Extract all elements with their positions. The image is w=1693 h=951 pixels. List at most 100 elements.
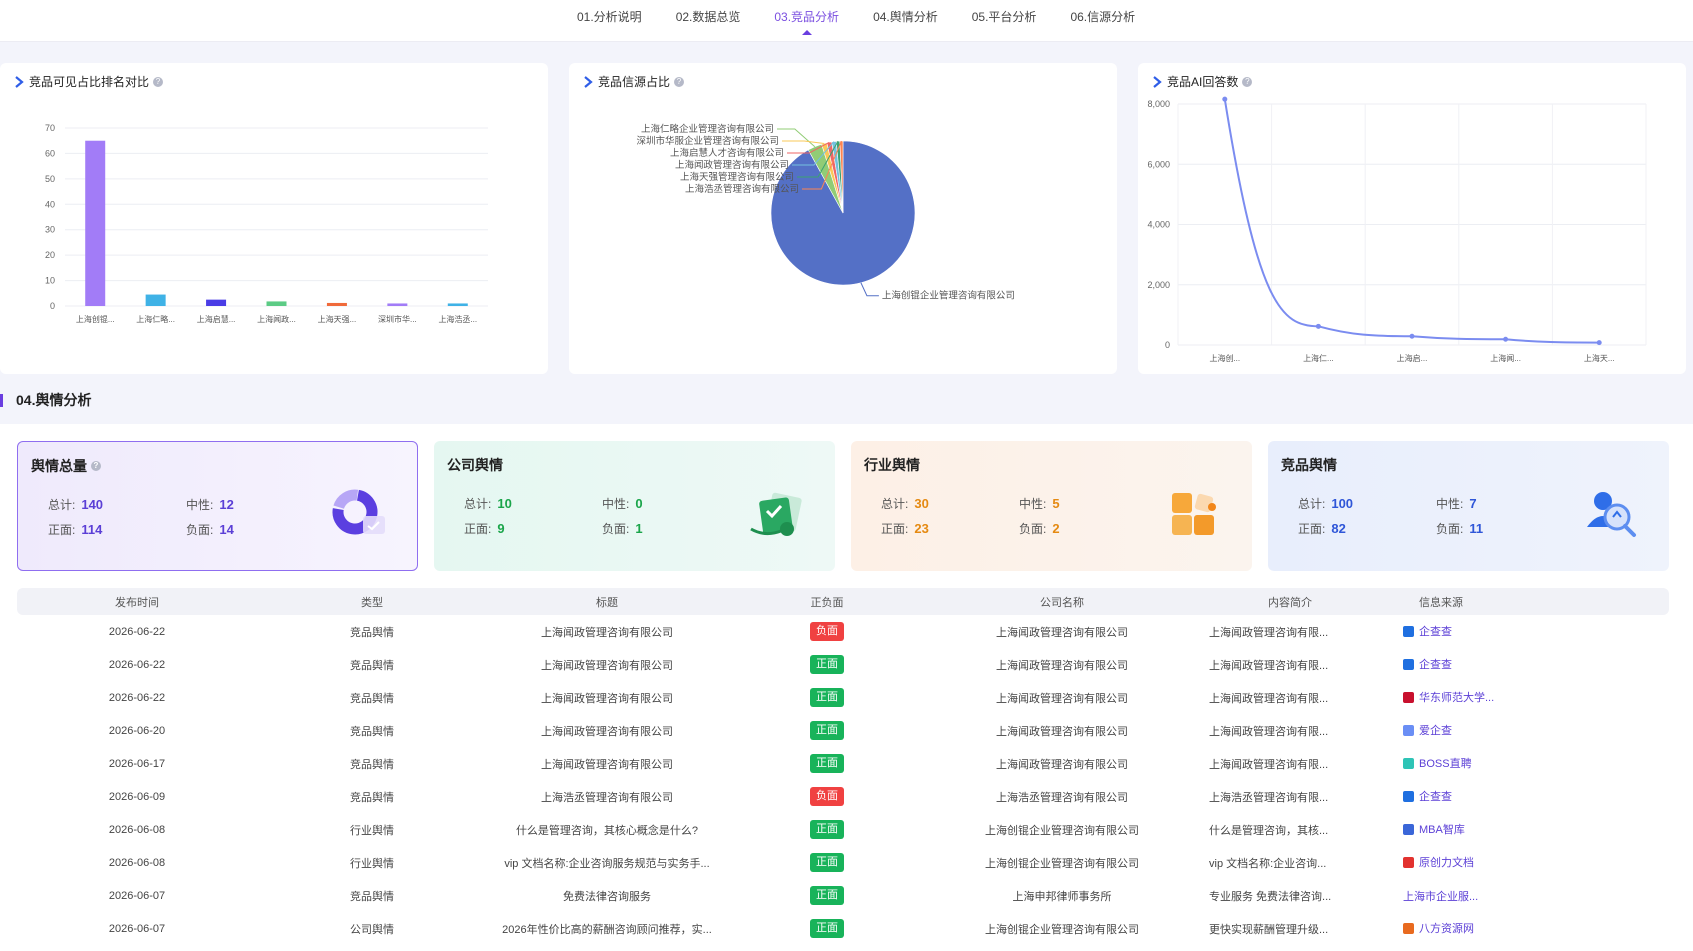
source-link[interactable]: 企查查: [1403, 623, 1452, 639]
table-row[interactable]: 2026-06-22 竞品舆情 上海闻政管理咨询有限公司 正面 上海闻政管理咨询有限公司…: [17, 681, 1669, 714]
table-row[interactable]: 2026-06-08 行业舆情 vip 文档名称:企业咨询服务规范与实务手... 正面…: [17, 846, 1669, 879]
cell-title[interactable]: 上海闻政管理咨询有限公司: [487, 657, 727, 673]
source-link[interactable]: 原创力文档: [1403, 854, 1474, 870]
x-tick-label: 上海浩丞...: [438, 314, 477, 324]
cell-type: 竞品舆情: [350, 890, 394, 903]
cell-source: 企查查: [1383, 656, 1593, 673]
cell-title[interactable]: 上海闻政管理咨询有限公司: [487, 756, 727, 772]
cell-title[interactable]: 免费法律咨询服务: [487, 888, 727, 904]
help-icon[interactable]: ?: [91, 461, 101, 471]
table-body: 2026-06-22 竞品舆情 上海闻政管理咨询有限公司 负面 上海闻政管理咨询有限公司…: [17, 615, 1669, 945]
cell-title[interactable]: vip 文档名称:企业咨询服务规范与实务手...: [487, 855, 727, 871]
cell-title[interactable]: 什么是管理咨询，其核心概念是什么?: [487, 822, 727, 838]
source-link[interactable]: MBA智库: [1403, 821, 1465, 837]
cell-source: 上海市企业服...: [1383, 888, 1593, 904]
table-row[interactable]: 2026-06-22 竞品舆情 上海闻政管理咨询有限公司 正面 上海闻政管理咨询有限公司…: [17, 648, 1669, 681]
source-link[interactable]: 上海市企业服...: [1403, 888, 1478, 904]
stat-neutral: 中性: 5: [1019, 496, 1060, 511]
cell-title[interactable]: 上海闻政管理咨询有限公司: [487, 624, 727, 640]
bar[interactable]: [447, 303, 468, 306]
cell-title[interactable]: 上海浩丞管理咨询有限公司: [487, 789, 727, 805]
data-point[interactable]: [1503, 336, 1509, 342]
tab-data-overview[interactable]: 02.数据总览: [659, 0, 758, 42]
certificate-icon: [750, 492, 802, 536]
table-row[interactable]: 2026-06-07 公司舆情 2026年性价比高的薪酬咨询顾问推荐，实... 正面 上…: [17, 912, 1669, 945]
cell-type: 竞品舆情: [350, 725, 394, 738]
sentiment-badge: 负面: [810, 787, 844, 806]
cell-summary: 上海闻政管理咨询有限...: [1209, 758, 1329, 771]
source-link[interactable]: 企查查: [1403, 656, 1452, 672]
sentiment-badge: 正面: [810, 721, 844, 740]
source-link[interactable]: 八方资源网: [1403, 920, 1474, 936]
bar[interactable]: [387, 303, 408, 306]
table-row[interactable]: 2026-06-08 行业舆情 什么是管理咨询，其核心概念是什么? 正面 上海创锟企业管…: [17, 813, 1669, 846]
table-row[interactable]: 2026-06-09 竞品舆情 上海浩丞管理咨询有限公司 负面 上海浩丞管理咨询有限公司…: [17, 780, 1669, 813]
source-logo-icon: [1403, 790, 1414, 802]
y-tick-label: 30: [45, 225, 55, 235]
y-tick-label: 50: [45, 174, 55, 184]
y-tick-label: 40: [45, 199, 55, 209]
bar[interactable]: [85, 140, 106, 306]
stat-card-company[interactable]: 公司舆情 总计: 10 中性: 0 正面: 9 负面: 1: [434, 441, 835, 571]
stat-card-industry[interactable]: 行业舆情 总计: 30 中性: 5 正面: 23 负面: 2: [851, 441, 1252, 571]
cell-date: 2026-06-07: [108, 889, 166, 902]
bar[interactable]: [145, 294, 166, 306]
source-name: 华东师范大学...: [1419, 692, 1495, 705]
tab-competitor-analysis[interactable]: 03.竞品分析: [757, 0, 856, 42]
source-logo-icon: [1403, 724, 1414, 736]
data-point[interactable]: [1596, 340, 1602, 346]
stat-total: 总计: 10: [464, 496, 512, 511]
cell-source: 原创力文档: [1383, 854, 1593, 871]
data-point[interactable]: [1315, 323, 1321, 329]
data-point[interactable]: [1409, 333, 1415, 339]
table-row[interactable]: 2026-06-07 竞品舆情 免费法律咨询服务 正面 上海申邦律师事务所 专业服务 免费…: [17, 879, 1669, 912]
section-title-bar: [0, 393, 3, 407]
tab-sentiment-analysis[interactable]: 04.舆情分析: [856, 0, 955, 42]
cell-title[interactable]: 上海闻政管理咨询有限公司: [487, 690, 727, 706]
y-tick-label: 6,000: [1147, 159, 1170, 169]
cell-title[interactable]: 2026年性价比高的薪酬咨询顾问推荐，实...: [487, 921, 727, 937]
stat-positive: 正面: 9: [464, 521, 505, 536]
cell-sentiment: 正面: [727, 688, 927, 707]
tab-platform-analysis[interactable]: 05.平台分析: [955, 0, 1054, 42]
x-tick-label: 上海仁...: [1303, 353, 1334, 363]
pie-chart-card: 竞品信源占比 ? 上海创锟企业管理咨询有限公司 上海仁略企业管理咨询有限公司 深圳市…: [569, 63, 1117, 374]
pie-label-line: [777, 128, 816, 148]
table-row[interactable]: 2026-06-17 竞品舆情 上海闻政管理咨询有限公司 正面 上海闻政管理咨询有限公司…: [17, 747, 1669, 780]
cell-sentiment: 负面: [727, 622, 927, 641]
source-link[interactable]: 企查查: [1403, 788, 1452, 804]
cell-title[interactable]: 上海闻政管理咨询有限公司: [487, 723, 727, 739]
source-link[interactable]: BOSS直聘: [1403, 755, 1472, 771]
stat-card-title: 公司舆情: [447, 457, 503, 473]
y-tick-label: 60: [45, 148, 55, 158]
tab-source-analysis[interactable]: 06.信源分析: [1053, 0, 1152, 42]
blocks-icon: [1172, 493, 1216, 535]
cell-date: 2026-06-08: [108, 856, 166, 869]
cell-summary: 更快实现薪酬管理升级...: [1209, 923, 1329, 936]
bar[interactable]: [266, 301, 287, 306]
table-row[interactable]: 2026-06-20 竞品舆情 上海闻政管理咨询有限公司 正面 上海闻政管理咨询有限公司…: [17, 714, 1669, 747]
cell-type: 竞品舆情: [350, 758, 394, 771]
stat-neutral: 中性: 12: [186, 497, 234, 512]
cell-type: 竞品舆情: [350, 791, 394, 804]
tab-analysis-intro[interactable]: 01.分析说明: [560, 0, 659, 42]
nav-tabs: 01.分析说明 02.数据总览 03.竞品分析 04.舆情分析 05.平台分析 …: [560, 0, 1152, 42]
bar[interactable]: [206, 299, 227, 306]
bar[interactable]: [326, 302, 347, 306]
pie-chart: 上海创锟企业管理咨询有限公司 上海仁略企业管理咨询有限公司深圳市华服企业管理咨询有…: [636, 123, 1014, 302]
source-link[interactable]: 华东师范大学...: [1403, 689, 1494, 705]
y-tick-label: 8,000: [1147, 99, 1170, 109]
stat-card-title: 舆情总量?: [31, 456, 101, 476]
stat-card-competitor[interactable]: 竞品舆情 总计: 100 中性: 7 正面: 82 负面: 11: [1268, 441, 1669, 571]
cell-date: 2026-06-22: [108, 658, 166, 671]
cell-company: 上海闻政管理咨询有限公司: [996, 626, 1128, 639]
bar-chart-card: 竞品可见占比排名对比 ? 0 10 20 30 40 50 60 70 上海创锟... 上海仁略.…: [0, 63, 548, 374]
cell-summary: 什么是管理咨询，其核...: [1209, 824, 1329, 837]
x-tick-label: 上海创锟...: [76, 314, 115, 324]
sentiment-table: 发布时间 类型 标题 正负面 公司名称 内容简介 信息来源 2026-06-22…: [17, 588, 1669, 945]
x-tick-label: 上海仁略...: [136, 314, 175, 324]
data-point[interactable]: [1222, 96, 1228, 102]
table-row[interactable]: 2026-06-22 竞品舆情 上海闻政管理咨询有限公司 负面 上海闻政管理咨询有限公司…: [17, 615, 1669, 648]
source-link[interactable]: 爱企查: [1403, 722, 1452, 738]
stat-card-total[interactable]: 舆情总量? 总计: 140 中性: 12 正面: 114 负面: 14: [17, 441, 418, 571]
